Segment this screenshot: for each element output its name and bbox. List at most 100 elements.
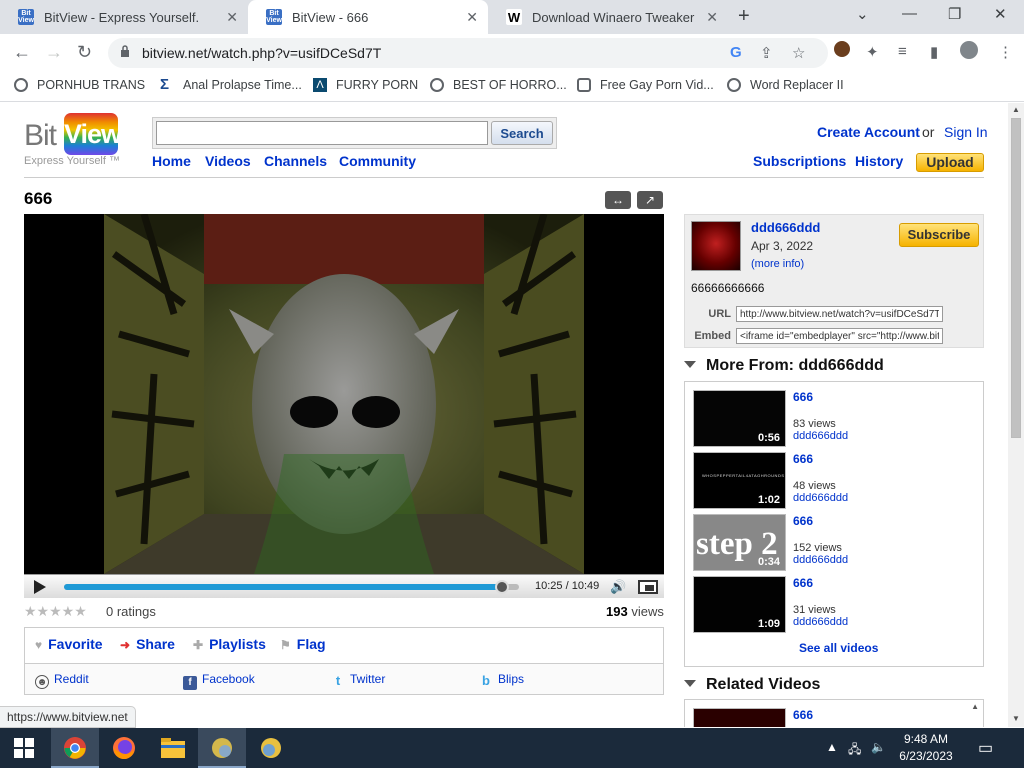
subscriptions-link[interactable]: Subscriptions [753, 153, 846, 169]
related-videos-heading[interactable]: Related Videos [684, 676, 820, 694]
video-thumbnail[interactable]: WHOSPEPPERTAIL4ATAGHROUNDS 1:02 [693, 452, 786, 509]
network-icon[interactable]: 🖧 [848, 740, 861, 761]
video-user[interactable]: ddd666ddd [793, 492, 848, 504]
popout-icon[interactable]: ↗ [637, 191, 663, 209]
close-icon[interactable]: ✕ [226, 9, 238, 26]
share-blips[interactable]: b Blips [479, 672, 524, 688]
more-from-heading[interactable]: More From: ddd666ddd [684, 357, 884, 375]
search-input[interactable] [156, 121, 488, 145]
related-scroll-up-icon[interactable]: ▲ [971, 702, 979, 711]
bookmark-furry-porn[interactable]: Λ FURRY PORN [313, 78, 418, 92]
nav-home[interactable]: Home [152, 153, 191, 169]
subscribe-button[interactable]: Subscribe [899, 223, 979, 247]
embed-field[interactable] [736, 328, 943, 344]
menu-kebab-icon[interactable]: ⋮ [998, 43, 1013, 61]
volume-icon[interactable]: 🔊 [610, 579, 626, 595]
tab-bitview-home[interactable]: Bit View BitView - Express Yourself. ✕ [0, 0, 248, 34]
rating-stars[interactable]: ★★★★★ [24, 603, 87, 620]
list-item[interactable]: WHOSPEPPERTAIL4ATAGHROUNDS 1:02 666 48 vi… [693, 452, 983, 510]
list-item[interactable]: 666 [693, 708, 983, 727]
video-thumbnail[interactable] [693, 708, 786, 727]
minimize-icon[interactable]: — [902, 5, 917, 22]
extensions-puzzle-icon[interactable]: ✦ [866, 43, 879, 61]
progress-bar[interactable] [64, 580, 519, 594]
see-all-videos-link[interactable]: See all videos [799, 641, 878, 655]
widescreen-icon[interactable]: ↔ [605, 191, 631, 209]
list-item[interactable]: 0:56 666 83 views ddd666ddd [693, 390, 983, 448]
video-link[interactable]: 666 [793, 390, 813, 404]
nav-videos[interactable]: Videos [205, 153, 251, 169]
app-icon[interactable] [198, 728, 246, 768]
video-user[interactable]: ddd666ddd [793, 430, 848, 442]
history-link[interactable]: History [855, 153, 903, 169]
sign-in-link[interactable]: Sign In [944, 124, 988, 140]
playlists-button[interactable]: ✚ Playlists [193, 636, 266, 652]
share-facebook[interactable]: f Facebook [183, 672, 255, 690]
uploader-name[interactable]: ddd666ddd [751, 220, 820, 235]
share-icon[interactable]: ⇪ [760, 44, 773, 62]
chrome-icon[interactable] [51, 728, 99, 768]
favorite-button[interactable]: ♥ Favorite [35, 636, 103, 652]
video-thumbnail[interactable]: step 2 0:34 [693, 514, 786, 571]
fullscreen-icon[interactable] [638, 580, 658, 594]
create-account-link[interactable]: Create Account [817, 124, 920, 140]
bookmark-star-icon[interactable]: ☆ [792, 44, 805, 62]
bookmark-free-gay-porn[interactable]: Free Gay Porn Vid... [577, 78, 714, 92]
file-explorer-icon[interactable] [149, 728, 197, 768]
close-icon[interactable]: ✕ [706, 9, 718, 26]
scroll-down-icon[interactable]: ▼ [1012, 714, 1020, 723]
reload-icon[interactable]: ↻ [77, 42, 92, 63]
avatar[interactable] [691, 221, 741, 271]
video-user[interactable]: ddd666ddd [793, 616, 848, 628]
tab-winaero[interactable]: W Download Winaero Tweaker ✕ [488, 0, 728, 34]
list-item[interactable]: 1:09 666 31 views ddd666ddd [693, 576, 983, 634]
video-user[interactable]: ddd666ddd [793, 554, 848, 566]
share-twitter[interactable]: t Twitter [331, 672, 386, 688]
forward-icon[interactable]: → [45, 42, 63, 63]
list-item[interactable]: step 2 0:34 666 152 views ddd666ddd [693, 514, 983, 572]
video-link[interactable]: 666 [793, 514, 813, 528]
close-window-icon[interactable]: ✕ [994, 5, 1007, 23]
video-link[interactable]: 666 [793, 708, 813, 722]
scrollbar-thumb[interactable] [1011, 118, 1021, 438]
tab-search-chevron-icon[interactable]: ⌄ [856, 5, 869, 23]
scroll-up-icon[interactable]: ▲ [1012, 105, 1020, 114]
play-icon[interactable] [34, 580, 46, 594]
progress-handle[interactable] [494, 580, 509, 594]
side-panel-icon[interactable]: ▮ [930, 43, 938, 61]
extension-avatar-icon[interactable] [834, 41, 850, 61]
page-scrollbar[interactable]: ▲ ▼ [1008, 103, 1024, 727]
restore-icon[interactable]: ❐ [948, 5, 961, 23]
share-button[interactable]: ➜ Share [120, 636, 175, 652]
tray-chevron-icon[interactable]: ▲ [826, 740, 838, 754]
address-bar[interactable]: bitview.net/watch.php?v=usifDCeSd7T G ⇪ … [108, 38, 828, 68]
flag-button[interactable]: ⚑ Flag [280, 636, 326, 652]
back-icon[interactable]: ← [13, 42, 31, 63]
video-link[interactable]: 666 [793, 452, 813, 466]
share-reddit[interactable]: ☻ Reddit [35, 672, 89, 689]
bookmark-word-replacer[interactable]: Word Replacer II [727, 78, 844, 92]
start-windows-icon[interactable] [0, 728, 48, 768]
upload-button[interactable]: Upload [916, 153, 984, 172]
system-clock[interactable]: 9:48 AM 6/23/2023 [880, 731, 972, 765]
google-icon[interactable]: G [730, 44, 742, 61]
bookmark-best-of-horror[interactable]: BEST OF HORRO... [430, 78, 567, 92]
video-thumbnail[interactable]: 1:09 [693, 576, 786, 633]
bookmark-anal-prolapse[interactable]: Σ Anal Prolapse Time... [160, 77, 302, 92]
nav-community[interactable]: Community [339, 153, 416, 169]
video-thumbnail[interactable]: 0:56 [693, 390, 786, 447]
media-control-icon[interactable]: ≡ [898, 43, 907, 60]
app-icon[interactable] [247, 728, 295, 768]
notifications-icon[interactable]: ▭ [978, 738, 993, 758]
nav-channels[interactable]: Channels [264, 153, 327, 169]
more-info-link[interactable]: (more info) [751, 258, 804, 270]
firefox-icon[interactable] [100, 728, 148, 768]
search-button[interactable]: Search [491, 121, 553, 145]
new-tab-icon[interactable]: + [738, 5, 750, 28]
profile-icon[interactable] [960, 41, 978, 63]
bookmark-pornhub-trans[interactable]: PORNHUB TRANS [14, 78, 145, 92]
tab-bitview-666[interactable]: Bit View BitView - 666 ✕ [248, 0, 488, 34]
video-player[interactable] [24, 214, 664, 574]
url-field[interactable] [736, 306, 943, 322]
close-icon[interactable]: ✕ [466, 9, 478, 26]
